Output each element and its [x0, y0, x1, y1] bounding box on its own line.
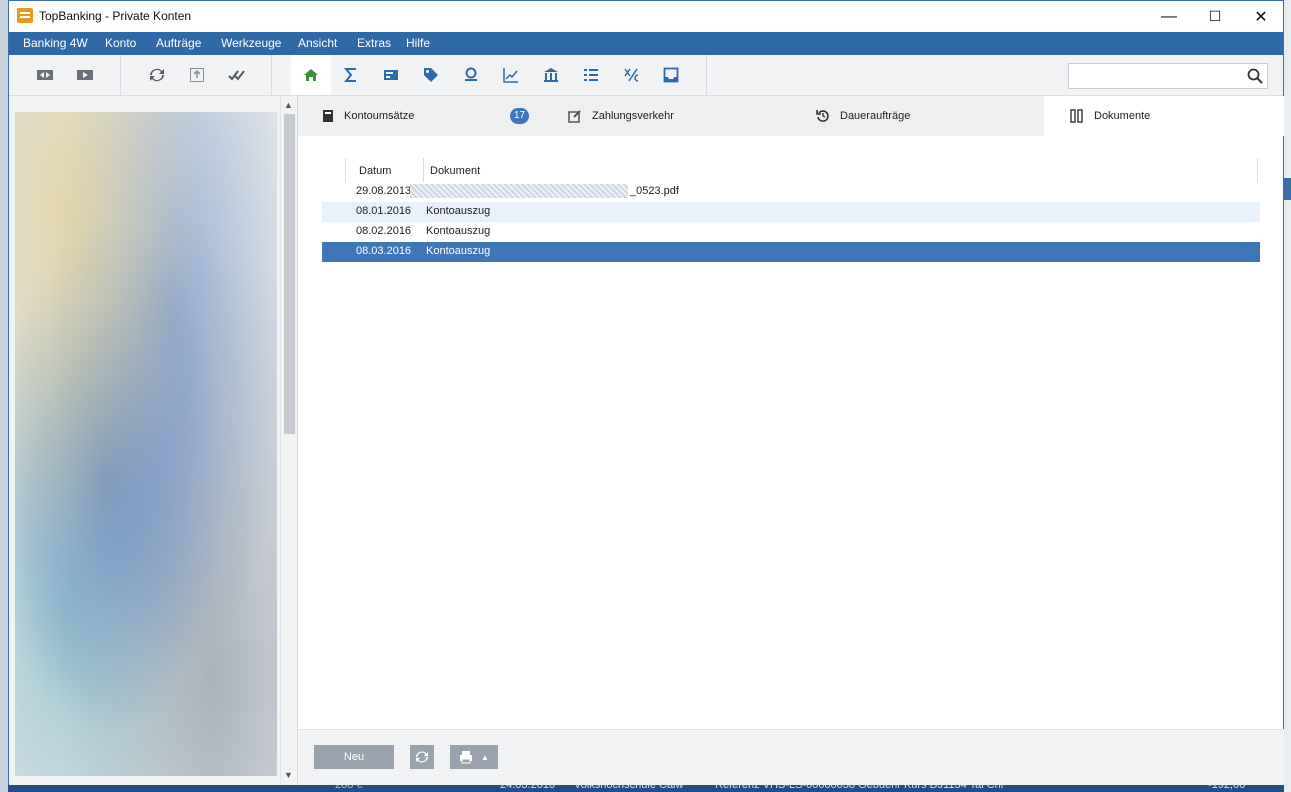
- tab-dauerauftraege[interactable]: Daueraufträge: [816, 96, 1036, 136]
- import-icon[interactable]: [187, 65, 207, 85]
- table-row[interactable]: 08.02.2016 Kontoauszug: [322, 222, 1260, 242]
- menu-konto[interactable]: Konto: [105, 36, 136, 50]
- table-row-selected[interactable]: 08.03.2016 Kontoauszug: [322, 242, 1260, 262]
- table-row[interactable]: 08.01.2016 Kontoauszug: [322, 202, 1260, 222]
- refresh-icon: [816, 110, 829, 122]
- title-bar: TopBanking - Private Konten — ☐ ✕: [9, 1, 1283, 32]
- analysis-icon[interactable]: [501, 65, 521, 85]
- background-window-right: [1284, 0, 1291, 792]
- column-header-dokument[interactable]: Dokument: [430, 165, 480, 177]
- tab-label: Daueraufträge: [840, 110, 911, 122]
- documents-icon: [1070, 109, 1083, 123]
- menu-werkzeuge[interactable]: Werkzeuge: [221, 36, 281, 50]
- minimize-button[interactable]: —: [1146, 1, 1192, 32]
- background-window-left: [0, 0, 8, 792]
- close-button[interactable]: ✕: [1238, 1, 1284, 32]
- menu-ansicht[interactable]: Ansicht: [298, 36, 337, 50]
- transaction-count-badge: 17: [510, 108, 529, 124]
- documents-table: Datum Dokument 29.08.2013 _0523.pdf 08.0…: [322, 158, 1260, 262]
- window-title: TopBanking - Private Konten: [39, 9, 192, 23]
- menu-auftraege[interactable]: Aufträge: [156, 36, 201, 50]
- contact-icon[interactable]: [461, 65, 481, 85]
- print-button[interactable]: ▲: [450, 745, 498, 769]
- menu-extras[interactable]: Extras: [357, 36, 391, 50]
- column-header-datum[interactable]: Datum: [359, 165, 391, 177]
- toolbar-separator: [120, 55, 121, 95]
- cell-date: 08.01.2016: [356, 205, 412, 217]
- account-sidebar: ▲ ▼: [9, 96, 297, 785]
- checklist-icon[interactable]: [581, 65, 601, 85]
- footer-bar: Neu ▲: [298, 729, 1284, 785]
- menu-banking[interactable]: Banking 4W: [23, 36, 88, 50]
- cell-document: _0523.pdf: [630, 185, 679, 197]
- column-separator: [423, 158, 424, 182]
- inbox-icon[interactable]: [661, 65, 681, 85]
- maximize-button[interactable]: ☐: [1192, 1, 1238, 32]
- main-window: TopBanking - Private Konten — ☐ ✕ Bankin…: [8, 0, 1284, 785]
- sync-icon: [415, 751, 429, 763]
- cell-document: Kontoauszug: [426, 245, 491, 257]
- app-icon: [17, 8, 33, 23]
- cell-date: 08.02.2016: [356, 225, 412, 237]
- menu-bar: Banking 4W Konto Aufträge Werkzeuge Ansi…: [9, 32, 1283, 55]
- column-separator: [345, 158, 346, 182]
- scroll-thumb[interactable]: [284, 114, 295, 434]
- new-button[interactable]: Neu: [314, 745, 394, 769]
- scroll-down-icon[interactable]: ▼: [284, 770, 293, 780]
- currency-icon[interactable]: [621, 65, 641, 85]
- forward-icon[interactable]: [75, 65, 95, 85]
- tag-icon[interactable]: [421, 65, 441, 85]
- sum-icon[interactable]: [341, 65, 361, 85]
- tab-label: Kontoumsätze: [344, 110, 415, 122]
- tab-dokumente[interactable]: Dokumente: [1044, 96, 1284, 136]
- tab-label: Dokumente: [1094, 110, 1151, 122]
- book-icon: [323, 110, 333, 122]
- table-header: Datum Dokument: [322, 158, 1260, 182]
- redacted-filename: [410, 184, 628, 198]
- toolbar: [9, 55, 1283, 96]
- blurred-account-list: [15, 112, 277, 776]
- refresh-button[interactable]: [410, 745, 434, 769]
- chevron-down-icon: ▲: [481, 752, 489, 762]
- search-input[interactable]: [1068, 63, 1268, 89]
- transfer-icon[interactable]: [35, 65, 55, 85]
- menu-hilfe[interactable]: Hilfe: [406, 36, 430, 50]
- cell-date: 29.08.2013: [356, 185, 412, 197]
- toolbar-separator: [271, 55, 272, 95]
- table-row[interactable]: 29.08.2013 _0523.pdf: [322, 182, 1260, 202]
- tab-bar: Kontoumsätze 17 Zahlungsverkehr Dauerauf…: [298, 96, 1284, 136]
- toolbar-separator: [706, 55, 707, 95]
- check-all-icon[interactable]: [227, 65, 247, 85]
- tab-label: Zahlungsverkehr: [592, 110, 674, 122]
- tab-zahlungsverkehr[interactable]: Zahlungsverkehr: [568, 96, 788, 136]
- home-icon[interactable]: [301, 65, 321, 85]
- search-icon[interactable]: [1247, 68, 1263, 84]
- cell-date: 08.03.2016: [356, 245, 412, 257]
- sidebar-scrollbar[interactable]: ▲ ▼: [280, 96, 297, 785]
- tab-kontoumsaetze[interactable]: Kontoumsätze 17: [322, 96, 542, 136]
- main-content: Kontoumsätze 17 Zahlungsverkehr Dauerauf…: [297, 96, 1284, 785]
- scroll-up-icon[interactable]: ▲: [284, 100, 293, 110]
- column-separator: [1257, 158, 1258, 182]
- cell-document: Kontoauszug: [426, 225, 491, 237]
- statement-icon[interactable]: [381, 65, 401, 85]
- sync-icon[interactable]: [147, 65, 167, 85]
- edit-icon: [568, 110, 581, 123]
- cell-document: Kontoauszug: [426, 205, 491, 217]
- printer-icon: [460, 751, 473, 764]
- bank-icon[interactable]: [541, 65, 561, 85]
